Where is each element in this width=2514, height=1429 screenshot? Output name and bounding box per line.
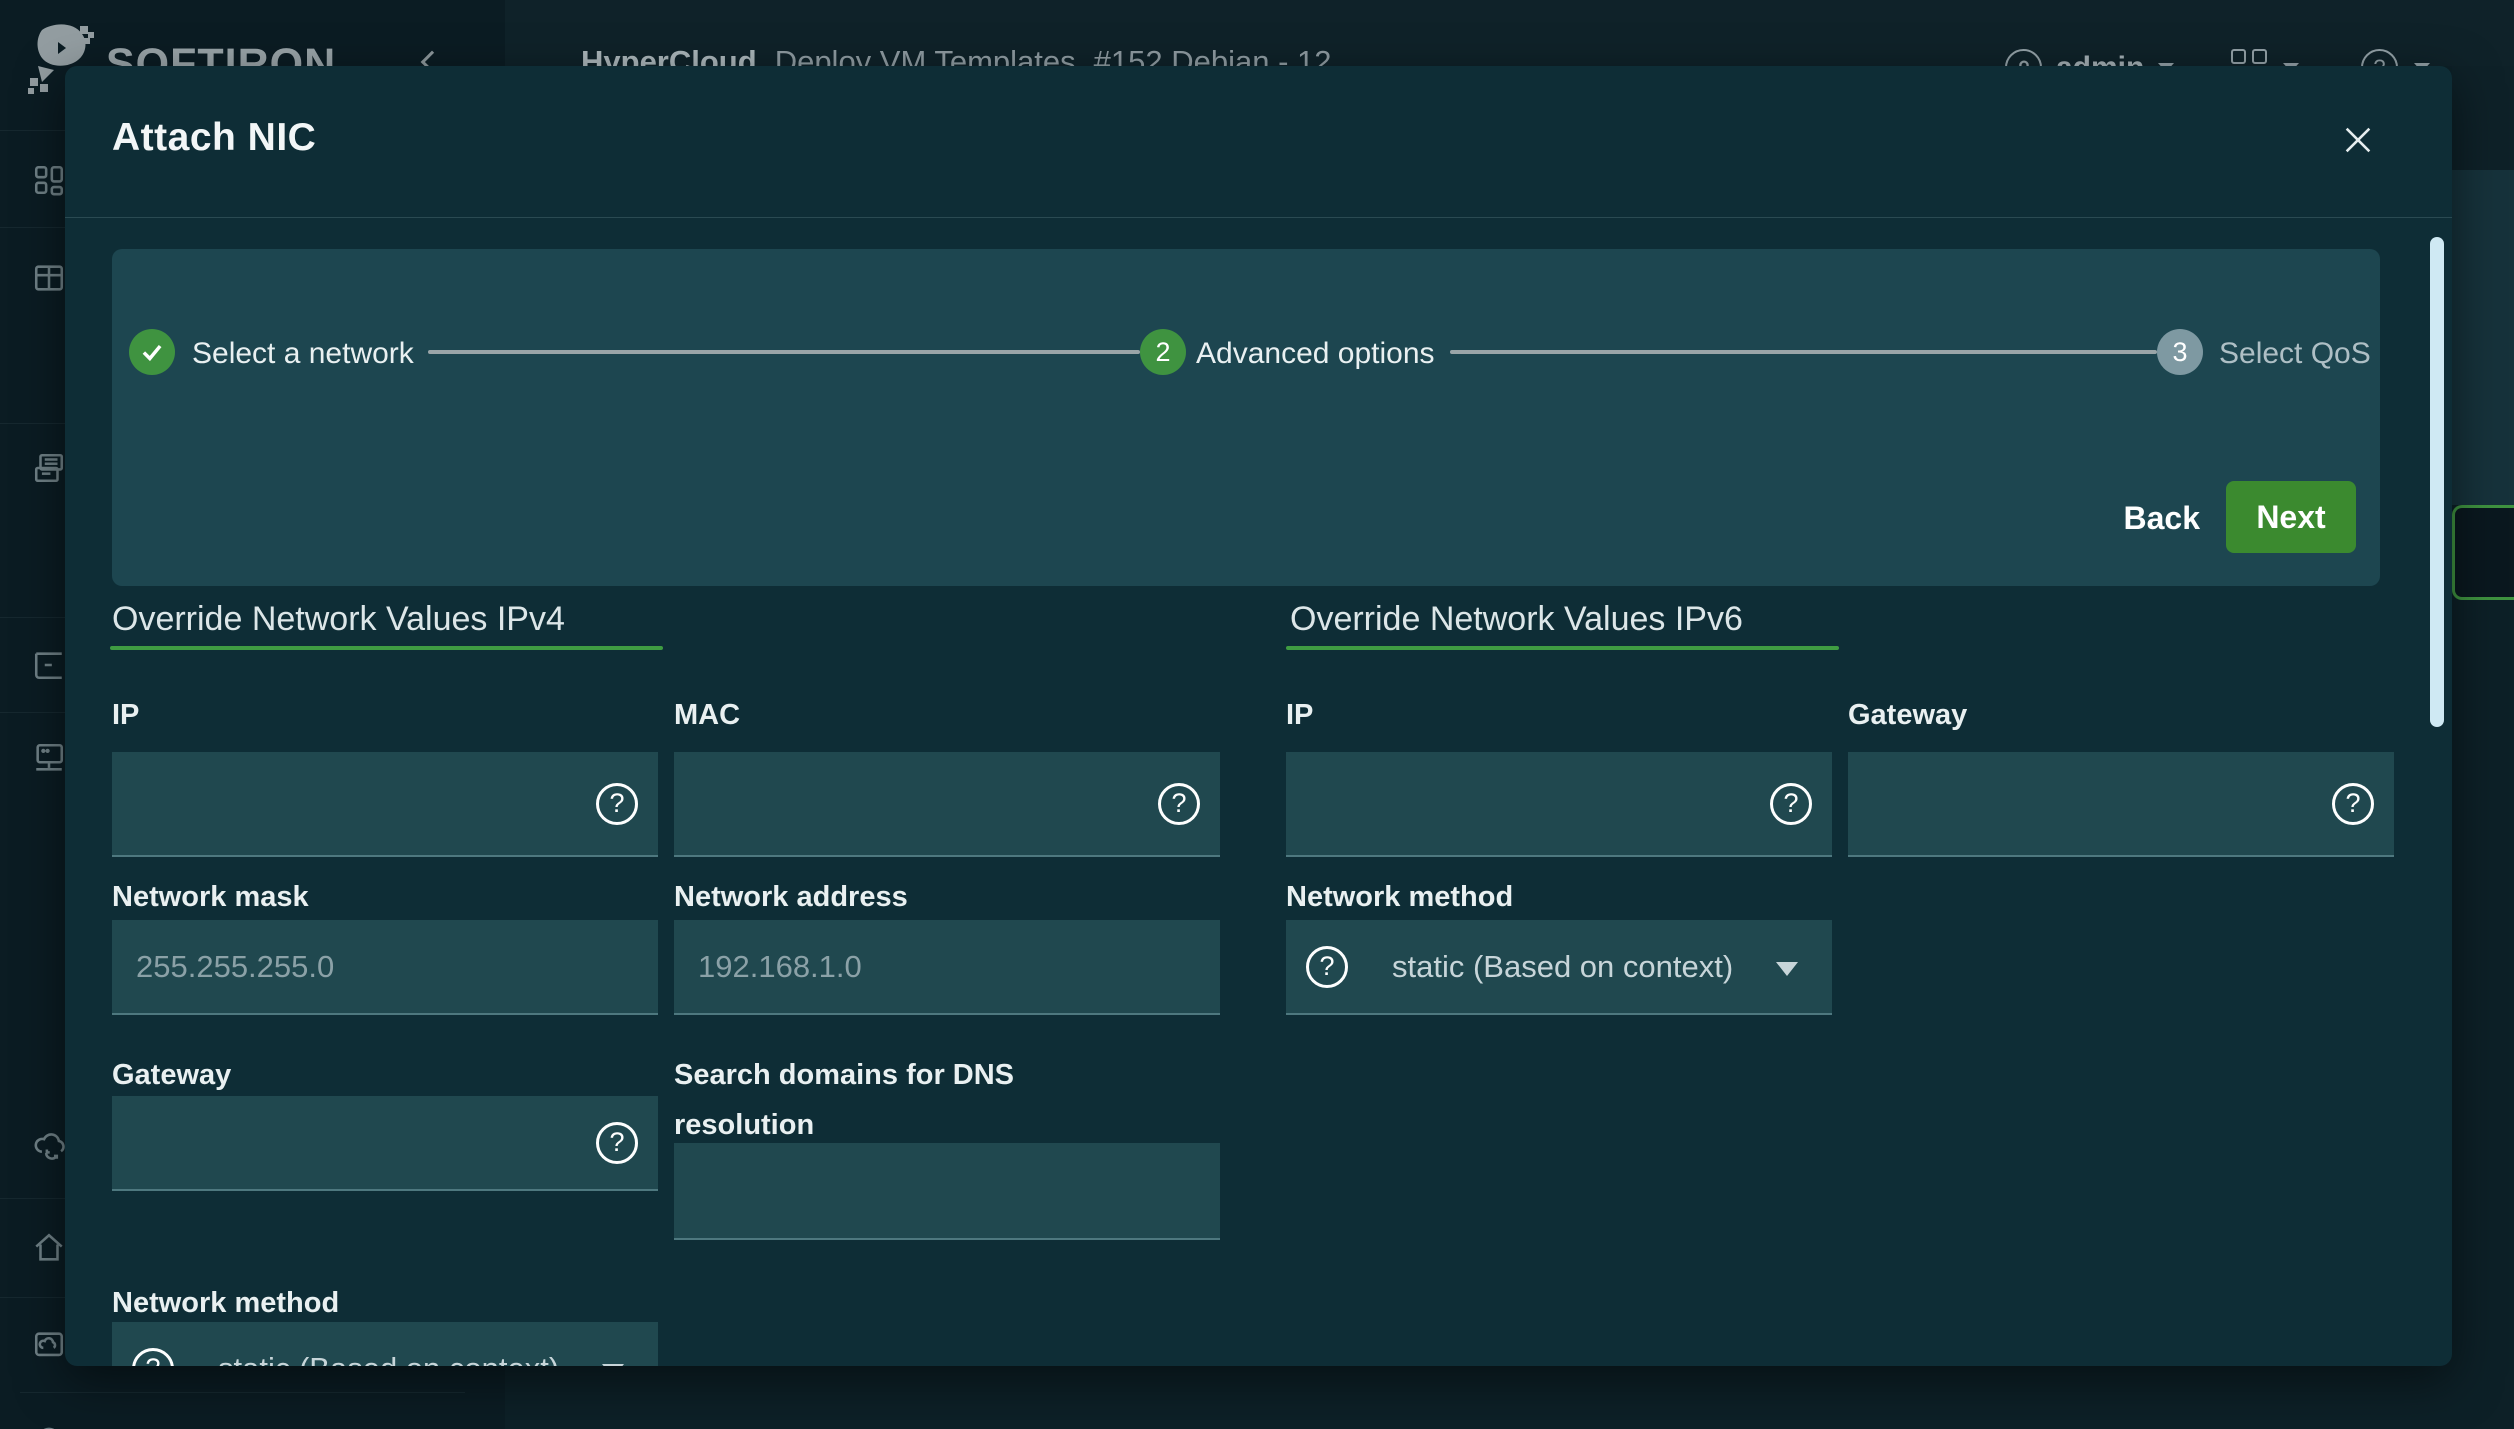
stepper-card: Select a network 2 Advanced options 3 Se… <box>112 249 2380 586</box>
ipv4-mask-field <box>112 920 658 1015</box>
check-icon <box>139 339 165 365</box>
ipv6-method-select[interactable]: ? static (Based on context) <box>1286 920 1832 1015</box>
ipv6-ip-input[interactable] <box>1286 752 1832 855</box>
cloud-sync-icon[interactable] <box>32 1126 66 1166</box>
chevron-down-icon <box>1776 962 1798 976</box>
ipv6-gateway-label: Gateway <box>1848 690 1967 740</box>
ipv4-mask-input[interactable] <box>112 920 658 1013</box>
ipv4-dns-textarea[interactable] <box>674 1143 1220 1238</box>
background-panel <box>2452 170 2514 505</box>
ipv4-section-underline <box>110 646 663 650</box>
step-3-label: Select QoS <box>2219 337 2371 371</box>
gauge-icon[interactable] <box>32 1416 66 1429</box>
ipv6-ip-field: ? <box>1286 752 1832 857</box>
ipv6-gateway-field: ? <box>1848 752 2394 857</box>
chevron-down-icon <box>602 1364 624 1367</box>
step-connector <box>428 350 1140 354</box>
modal-header-divider <box>65 217 2452 218</box>
ipv6-section-title: Override Network Values IPv6 <box>1290 600 1743 639</box>
table-icon[interactable] <box>32 258 66 298</box>
ipv4-mac-label: MAC <box>674 690 740 740</box>
host-icon[interactable] <box>32 738 66 778</box>
ipv6-method-label: Network method <box>1286 872 1513 922</box>
page: SOFTIRON <box>0 0 2514 1429</box>
topbar: HyperCloudDeploy VM Templates#152 Debian… <box>505 0 2514 66</box>
help-icon[interactable]: ? <box>596 783 638 825</box>
ipv4-section-title: Override Network Values IPv4 <box>112 600 565 639</box>
ipv4-dns-field <box>674 1143 1220 1240</box>
help-icon[interactable]: ? <box>596 1122 638 1164</box>
ipv4-mac-input[interactable] <box>674 752 1220 855</box>
background-green-button <box>2452 505 2514 600</box>
background-panel <box>2452 66 2514 170</box>
image-cloud-icon[interactable] <box>32 1325 66 1365</box>
help-icon[interactable]: ? <box>132 1348 174 1367</box>
documents-icon[interactable] <box>32 448 66 488</box>
ipv4-address-field <box>674 920 1220 1015</box>
ipv4-method-value: static (Based on context) <box>218 1322 559 1366</box>
ipv4-mask-label: Network mask <box>112 872 309 922</box>
ipv4-ip-field: ? <box>112 752 658 857</box>
ipv6-ip-label: IP <box>1286 690 1313 740</box>
back-button[interactable]: Back <box>2072 495 2200 541</box>
ipv6-method-value: static (Based on context) <box>1392 920 1733 1013</box>
step-1-done-circle[interactable] <box>129 329 175 375</box>
step-2-label: Advanced options <box>1196 337 1435 371</box>
ipv4-method-select[interactable]: ? static (Based on context) <box>112 1322 658 1366</box>
ipv4-dns-label: Search domains for DNS resolution <box>674 1050 1094 1150</box>
sidebar-divider <box>20 1392 465 1393</box>
console-icon[interactable] <box>32 645 66 685</box>
step-connector <box>1450 350 2157 354</box>
next-button[interactable]: Next <box>2226 481 2356 553</box>
ipv4-address-label: Network address <box>674 872 908 922</box>
ipv4-method-label: Network method <box>112 1278 339 1328</box>
apps-icon[interactable] <box>32 160 66 200</box>
ipv4-gateway-label: Gateway <box>112 1050 231 1100</box>
ipv6-gateway-input[interactable] <box>1848 752 2394 855</box>
ipv6-section-underline <box>1286 646 1839 650</box>
home-icon[interactable] <box>32 1228 66 1268</box>
ipv4-ip-label: IP <box>112 690 139 740</box>
help-icon[interactable]: ? <box>1158 783 1200 825</box>
close-icon[interactable] <box>2336 118 2380 162</box>
attach-nic-modal: Attach NIC Select a network 2 Advanced o… <box>65 66 2452 1366</box>
step-2-circle[interactable]: 2 <box>1140 329 1186 375</box>
ipv4-gateway-field: ? <box>112 1096 658 1191</box>
modal-title: Attach NIC <box>112 116 316 160</box>
modal-scrollbar[interactable] <box>2430 237 2444 727</box>
help-icon[interactable]: ? <box>1770 783 1812 825</box>
help-icon[interactable]: ? <box>1306 946 1348 988</box>
ipv4-address-input[interactable] <box>674 920 1220 1013</box>
step-1-label: Select a network <box>192 337 414 371</box>
ipv4-ip-input[interactable] <box>112 752 658 855</box>
ipv4-gateway-input[interactable] <box>112 1096 658 1189</box>
step-3-circle[interactable]: 3 <box>2157 329 2203 375</box>
ipv4-mac-field: ? <box>674 752 1220 857</box>
help-icon[interactable]: ? <box>2332 783 2374 825</box>
